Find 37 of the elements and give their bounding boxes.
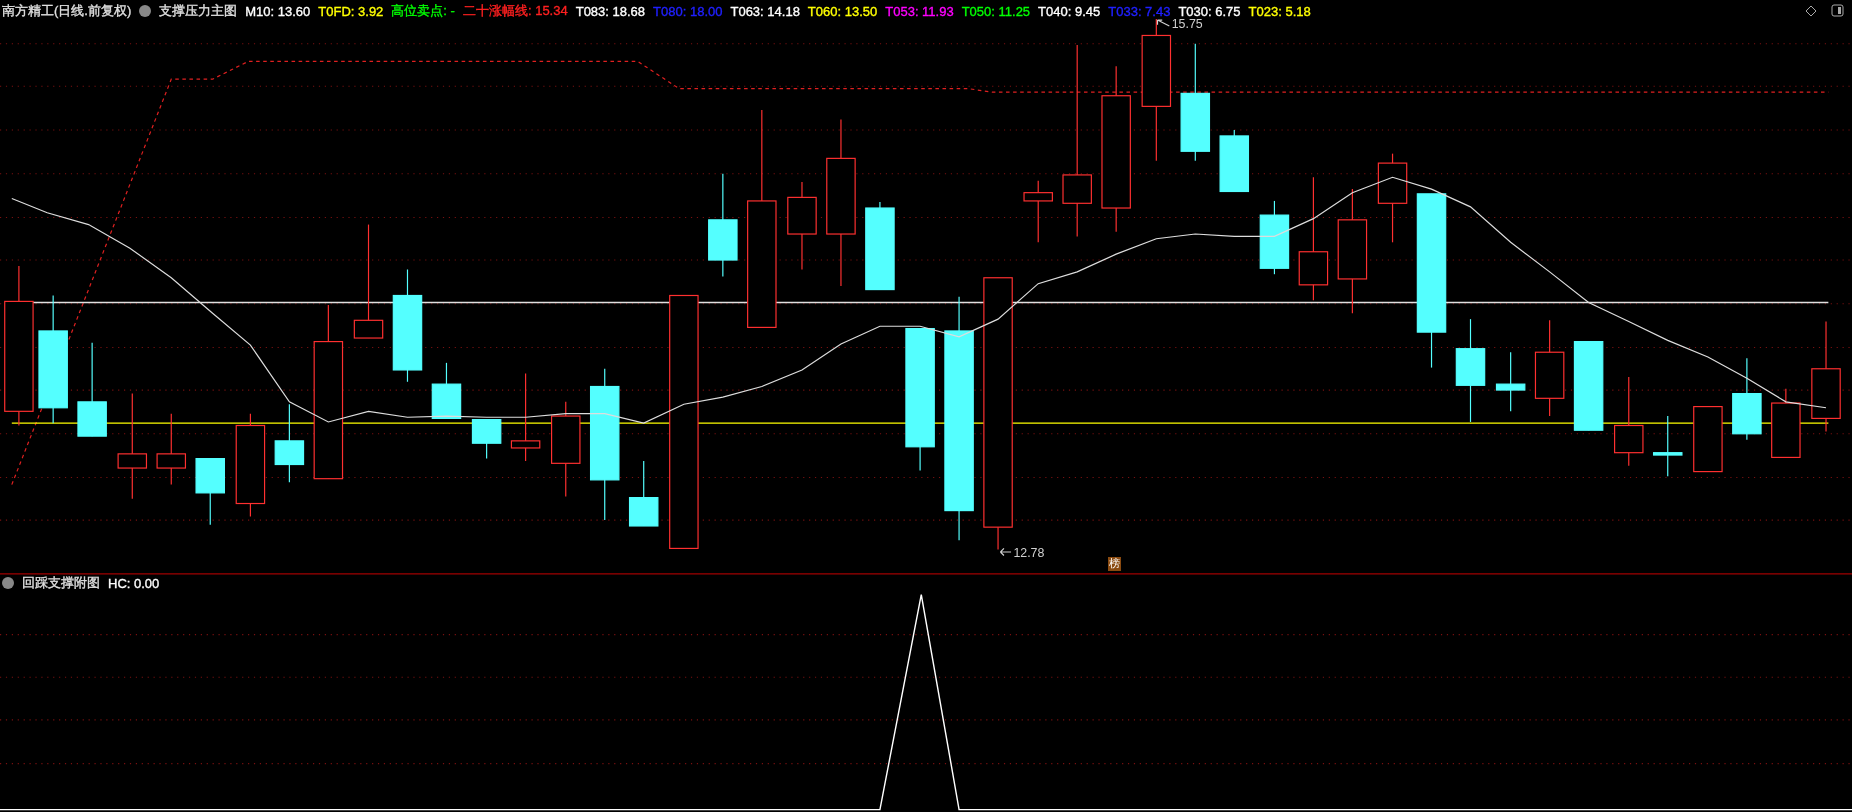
dropdown-icon[interactable] [2,577,14,589]
indicator-value: T080: 18.00 [653,3,723,19]
rank-badge: 榜 [1108,557,1121,571]
candlestick [628,460,659,527]
indicator-value: T083: 18.68 [575,3,646,19]
security-title: 南方精工(日线.前复权) [2,2,132,20]
indicator-value: T053: 11.93 [885,3,954,19]
indicator-value: T023: 5.18 [1248,3,1311,19]
candlestick [1771,388,1801,458]
indicator-value: M10: 13.60 [245,3,311,19]
indicator-value: 高位卖点: - [391,2,455,20]
indicator-name: 支撑压力主图 [159,2,238,20]
arrow-icon [999,547,1012,557]
dropdown-icon[interactable] [139,5,152,17]
indicator-value: 二十涨幅线: 15.34 [462,2,568,20]
indicator-name: 回踩支撑附图 [22,574,100,592]
candlestick [1693,406,1723,473]
candlestick [1023,180,1053,243]
indicator-value: T033: 7.43 [1108,3,1171,19]
candlestick [1219,129,1250,193]
candlestick [1495,351,1526,412]
indicator-value: T0FD: 3.92 [318,3,384,19]
arrow-icon [1156,19,1170,27]
indicator-value: T030: 6.75 [1178,3,1241,19]
indicator-value: HC: 0.00 [108,575,160,591]
indicator-value: T060: 13.50 [807,3,878,19]
candlestick [471,419,502,460]
low-price-label: 12.78 [1013,545,1045,560]
candlestick [1653,415,1683,477]
candlestick [431,362,462,419]
indicator-value: T050: 11.25 [961,3,1031,19]
candlestick [195,458,225,526]
indicator-value: T040: 9.45 [1038,3,1101,19]
high-price-label: 15.75 [1171,17,1203,32]
diamond-icon[interactable] [1805,4,1817,17]
indicator-value: T063: 14.18 [730,3,800,19]
panel-toggle-icon[interactable] [1831,4,1844,17]
